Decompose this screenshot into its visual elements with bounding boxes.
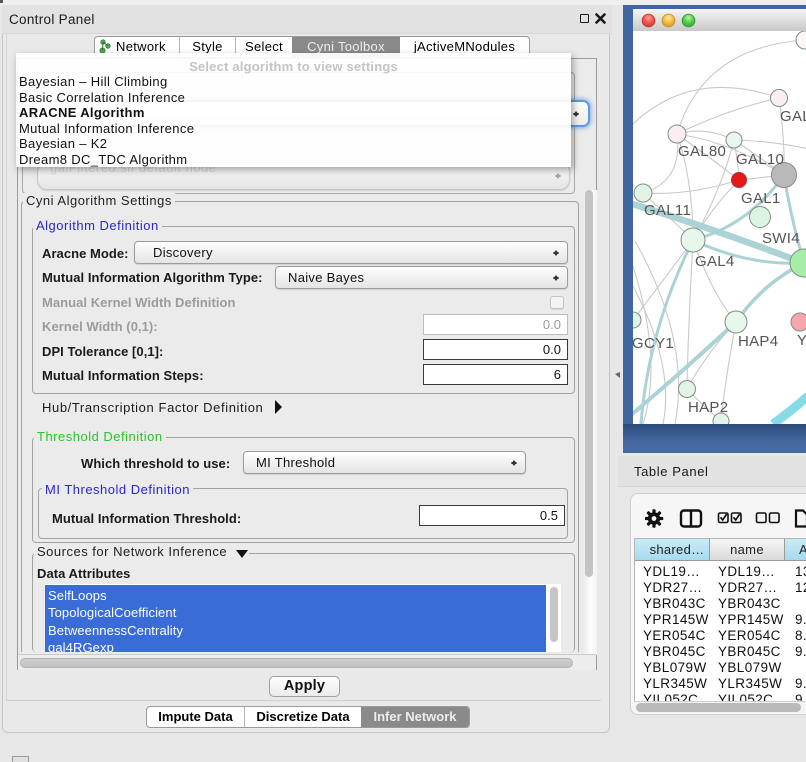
svg-text:GAL1: GAL1 — [741, 190, 781, 207]
svg-text:GAL7: GAL7 — [780, 108, 806, 125]
svg-text:GCY1: GCY1 — [633, 335, 674, 352]
svg-text:GAL10: GAL10 — [736, 151, 784, 168]
svg-text:SWI4: SWI4 — [762, 230, 800, 247]
svg-text:HAP4: HAP4 — [738, 333, 778, 350]
svg-text:GAL11: GAL11 — [644, 202, 691, 219]
svg-text:GAL80: GAL80 — [678, 143, 726, 160]
svg-text:Y: Y — [797, 332, 806, 349]
svg-text:GAL4: GAL4 — [695, 253, 735, 270]
svg-text:HAP2: HAP2 — [688, 399, 728, 416]
